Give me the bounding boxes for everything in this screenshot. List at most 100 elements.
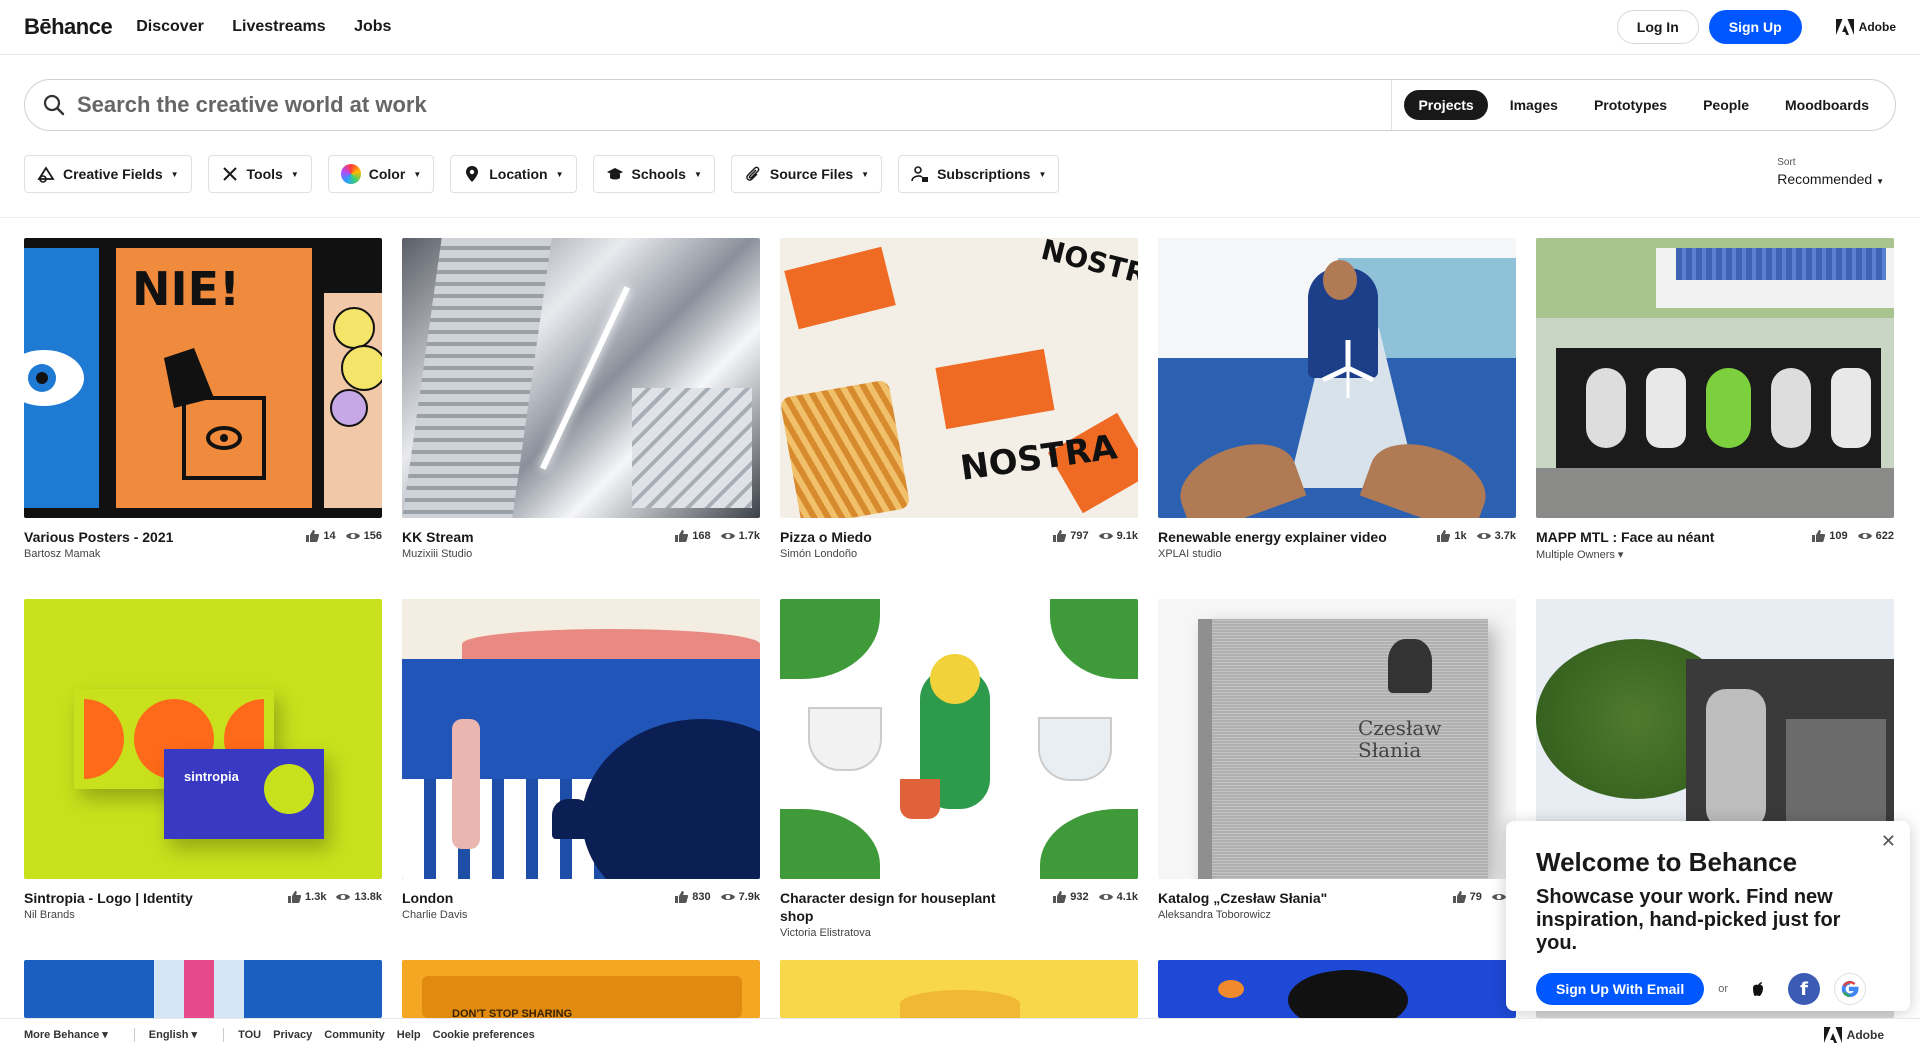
likes-count: 14	[323, 530, 336, 542]
filter-subscriptions[interactable]: Subscriptions ▼	[898, 155, 1060, 193]
filter-schools[interactable]: Schools ▼	[592, 155, 715, 193]
header-actions: Log In Sign Up Adobe	[1616, 10, 1896, 44]
likes-count: 79	[1469, 891, 1482, 903]
project-owner[interactable]: Charlie Davis	[402, 909, 467, 921]
search-input[interactable]	[77, 80, 1392, 130]
project-card[interactable]: NOSTRA NOSTRA Pizza o Miedo Simón Londoño…	[780, 238, 1138, 560]
project-thumbnail[interactable]	[1158, 238, 1516, 518]
project-title[interactable]: KK Stream	[402, 528, 474, 546]
likes-stat: 1k	[1436, 530, 1467, 542]
views-stat: 156	[345, 530, 382, 542]
project-card[interactable]: Czesław Słania Katalog „Czesław Słania" A…	[1158, 599, 1516, 921]
project-owner[interactable]: Simón Londoño	[780, 548, 872, 560]
footer-link-cookie-preferences[interactable]: Cookie preferences	[433, 1029, 535, 1041]
project-title[interactable]: MAPP MTL : Face au néant	[1536, 528, 1714, 546]
signup-email-button[interactable]: Sign Up With Email	[1536, 973, 1705, 1005]
footer-link-privacy[interactable]: Privacy	[273, 1029, 312, 1041]
views-stat: 1.7k	[720, 530, 760, 542]
filter-creative-fields[interactable]: Creative Fields ▼	[24, 155, 192, 193]
footer-link-help[interactable]: Help	[397, 1029, 421, 1041]
project-card[interactable]: NIE! Various Posters - 2021 Bartosz Mamak…	[24, 238, 382, 560]
footer-adobe-link[interactable]: Adobe	[1823, 1026, 1896, 1043]
filter-color[interactable]: Color ▼	[327, 155, 435, 193]
close-icon[interactable]: ✕	[1881, 831, 1896, 852]
filter-source-files[interactable]: Source Files ▼	[730, 155, 883, 193]
nav-livestreams[interactable]: Livestreams	[232, 18, 325, 35]
facebook-signup-button[interactable]: f	[1788, 973, 1820, 1005]
filter-label: Color	[368, 166, 406, 182]
popup-title: Welcome to Behance	[1536, 847, 1798, 877]
divider	[223, 1027, 225, 1042]
project-thumbnail[interactable]: NOSTRA NOSTRA	[780, 238, 1138, 518]
project-title[interactable]: Renewable energy explainer video	[1158, 528, 1387, 546]
likes-count: 797	[1070, 530, 1089, 542]
footer-more-behance[interactable]: More Behance ▾	[24, 1028, 108, 1041]
project-owner[interactable]: Aleksandra Toborowicz	[1158, 909, 1327, 921]
project-owner[interactable]: Multiple Owners ▾	[1536, 548, 1714, 561]
views-stat: 13.8k	[336, 891, 382, 903]
filter-location[interactable]: Location ▼	[450, 155, 577, 193]
tab-images[interactable]: Images	[1496, 90, 1572, 120]
project-thumbnail[interactable]	[1536, 238, 1894, 518]
project-card[interactable]: Renewable energy explainer video XPLAI st…	[1158, 238, 1516, 560]
project-title[interactable]: Character design for houseplant shop	[780, 889, 1000, 925]
project-card[interactable]: KK Stream Muzixiii Studio 168 1.7k	[402, 238, 760, 560]
views-count: 13.8k	[354, 891, 382, 903]
person-lock-icon	[911, 166, 929, 182]
project-meta: Sintropia - Logo | Identity Nil Brands 1.…	[24, 889, 382, 921]
project-card[interactable]: Character design for houseplant shop Vict…	[780, 599, 1138, 939]
tab-prototypes[interactable]: Prototypes	[1580, 90, 1681, 120]
project-thumbnail[interactable]	[780, 599, 1138, 879]
project-owner[interactable]: Muzixiii Studio	[402, 548, 474, 560]
project-card[interactable]: sintropia Sintropia - Logo | Identity Nil…	[24, 599, 382, 921]
project-owner[interactable]: XPLAI studio	[1158, 548, 1387, 560]
project-thumbnail[interactable]	[24, 960, 382, 1018]
footer-link-community[interactable]: Community	[324, 1029, 385, 1041]
tab-moodboards[interactable]: Moodboards	[1771, 90, 1883, 120]
signup-button[interactable]: Sign Up	[1708, 10, 1802, 44]
footer-link-tou[interactable]: TOU	[238, 1029, 261, 1041]
project-title[interactable]: Various Posters - 2021	[24, 528, 173, 546]
project-thumbnail[interactable]	[780, 960, 1138, 1018]
project-owner[interactable]: Victoria Elistratova	[780, 927, 1000, 939]
project-meta: KK Stream Muzixiii Studio 168 1.7k	[402, 528, 760, 560]
behance-logo[interactable]: Bēhance	[24, 14, 113, 40]
tab-projects[interactable]: Projects	[1404, 90, 1488, 120]
eye-icon	[720, 533, 735, 539]
adobe-label: Adobe	[1858, 20, 1896, 34]
project-card[interactable]: London Charlie Davis 830 7.9k	[402, 599, 760, 921]
sort-dropdown[interactable]: Sort Recommended ▼	[1777, 157, 1884, 187]
project-card[interactable]: DON'T STOP SHARING	[402, 960, 760, 1018]
nav-jobs[interactable]: Jobs	[354, 18, 391, 35]
paperclip-icon	[746, 166, 760, 181]
project-thumbnail[interactable]: sintropia	[24, 599, 382, 879]
project-thumbnail[interactable]: NIE!	[24, 238, 382, 518]
project-thumbnail[interactable]	[402, 238, 760, 518]
project-title[interactable]: Katalog „Czesław Słania"	[1158, 889, 1327, 907]
project-owner[interactable]: Nil Brands	[24, 909, 193, 921]
project-card[interactable]	[24, 960, 382, 1018]
footer-language[interactable]: English ▾	[149, 1028, 197, 1041]
project-owner[interactable]: Bartosz Mamak	[24, 548, 173, 560]
project-title[interactable]: Pizza o Miedo	[780, 528, 872, 546]
project-title[interactable]: Sintropia - Logo | Identity	[24, 889, 193, 907]
project-thumbnail[interactable]: DON'T STOP SHARING	[402, 960, 760, 1018]
google-signup-button[interactable]	[1834, 973, 1866, 1005]
adobe-link[interactable]: Adobe	[1835, 19, 1896, 35]
project-thumbnail[interactable]	[1158, 960, 1516, 1018]
nav-discover[interactable]: Discover	[136, 18, 204, 35]
project-thumbnail[interactable]: Czesław Słania	[1158, 599, 1516, 879]
project-card[interactable]	[1158, 960, 1516, 1018]
divider	[0, 217, 1920, 218]
project-title[interactable]: London	[402, 889, 467, 907]
poster-text: DON'T STOP SHARING	[452, 1008, 573, 1018]
project-card[interactable]: MAPP MTL : Face au néant Multiple Owners …	[1536, 238, 1894, 561]
project-thumbnail[interactable]	[402, 599, 760, 879]
project-card[interactable]	[780, 960, 1138, 1018]
sort-label: Sort	[1777, 157, 1796, 168]
thumbs-up-icon	[288, 891, 302, 903]
apple-signup-button[interactable]	[1742, 973, 1774, 1005]
login-button[interactable]: Log In	[1616, 10, 1699, 44]
filter-tools[interactable]: Tools ▼	[207, 155, 312, 193]
tab-people[interactable]: People	[1689, 90, 1763, 120]
